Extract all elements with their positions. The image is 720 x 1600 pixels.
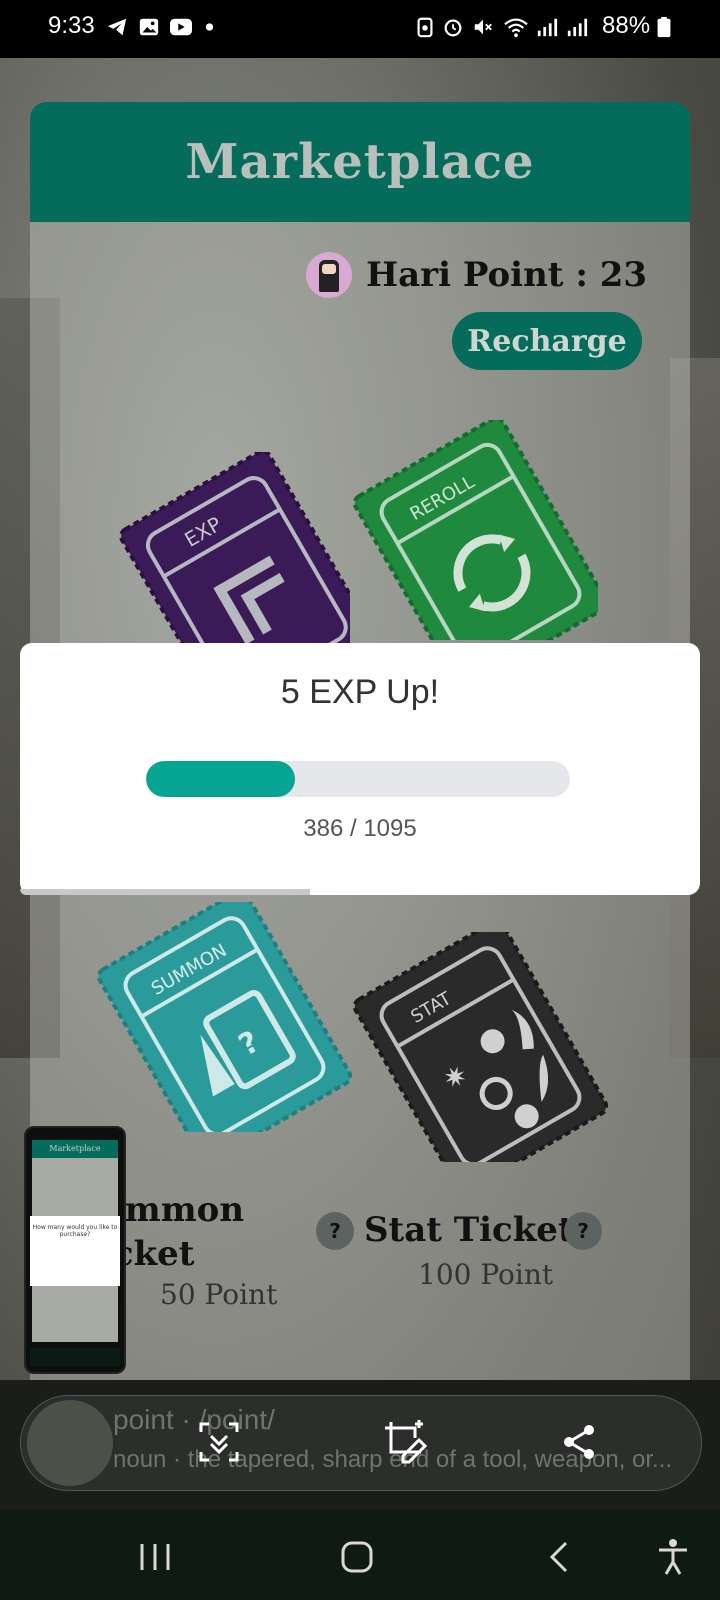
smart-select-toolbar: point · /point/ noun · the tapered, shar… [20,1395,702,1491]
exp-progress-fill [146,761,296,797]
exp-progress-text: 386 / 1095 [303,815,417,842]
stat-help-button[interactable]: ? [564,1212,602,1250]
battery-saver-icon [417,17,433,38]
edit-capture-button[interactable] [377,1414,433,1470]
thumbnail-title: Marketplace [32,1140,118,1158]
telegram-icon [107,18,127,36]
accessibility-icon [659,1539,687,1575]
dialog-timer-bar [20,889,310,895]
home-icon [341,1541,373,1573]
extract-text-button[interactable] [191,1414,247,1470]
recharge-button[interactable]: Recharge [452,312,642,370]
marketplace-header: Marketplace [30,102,690,222]
thumbnail-dialog: How many would you like to purchase? [30,1216,120,1286]
back-icon [549,1541,568,1573]
stat-ticket-label: Stat Ticket [364,1210,574,1250]
crop-edit-icon [385,1420,428,1464]
share-icon [564,1425,594,1459]
status-time: 9:33 [48,12,95,39]
exp-up-dialog: 5 EXP Up! 386 / 1095 [20,643,700,895]
status-bar: 9:33 88% [0,0,720,58]
reroll-ticket[interactable]: REROLL [348,420,598,640]
home-button[interactable] [332,1532,382,1582]
exp-progress-bar [146,761,570,797]
thumbnail-question: How many would you like to purchase? [32,1224,118,1238]
recents-icon [140,1544,170,1570]
lookup-preview[interactable] [27,1400,113,1486]
stat-ticket[interactable]: STAT ✷ [348,932,608,1162]
points-display: Hari Point : 23 [306,252,647,298]
points-label: Hari Point : 23 [366,255,648,295]
summon-ticket-price: 50 Point [160,1278,278,1311]
battery-icon [657,16,671,38]
wifi-icon [504,18,528,38]
recents-button[interactable] [130,1532,180,1582]
exp-ticket[interactable]: EXP [110,452,350,662]
youtube-icon [170,18,192,36]
stat-ticket-price: 100 Point [418,1258,554,1291]
battery-percent: 88% [602,12,651,39]
navigation-bar [0,1510,720,1600]
share-button[interactable] [551,1414,607,1470]
scan-text-icon [199,1422,239,1462]
signal-icon [537,18,558,37]
summon-ticket[interactable]: SUMMON ? [92,902,352,1132]
alarm-icon [444,19,462,37]
thumbnail-caption [30,1348,120,1366]
signal-icon [567,18,588,37]
screenshot-thumbnail[interactable]: Marketplace How many would you like to p… [24,1126,126,1374]
mute-icon [474,19,492,35]
accessibility-button[interactable] [648,1532,698,1582]
page-title: Marketplace [185,134,535,190]
avatar [306,252,352,298]
back-button[interactable] [534,1532,584,1582]
dialog-title: 5 EXP Up! [280,673,440,711]
gallery-icon [139,18,159,36]
dot-icon [205,23,214,31]
stat-help-button-left[interactable]: ? [316,1212,354,1250]
